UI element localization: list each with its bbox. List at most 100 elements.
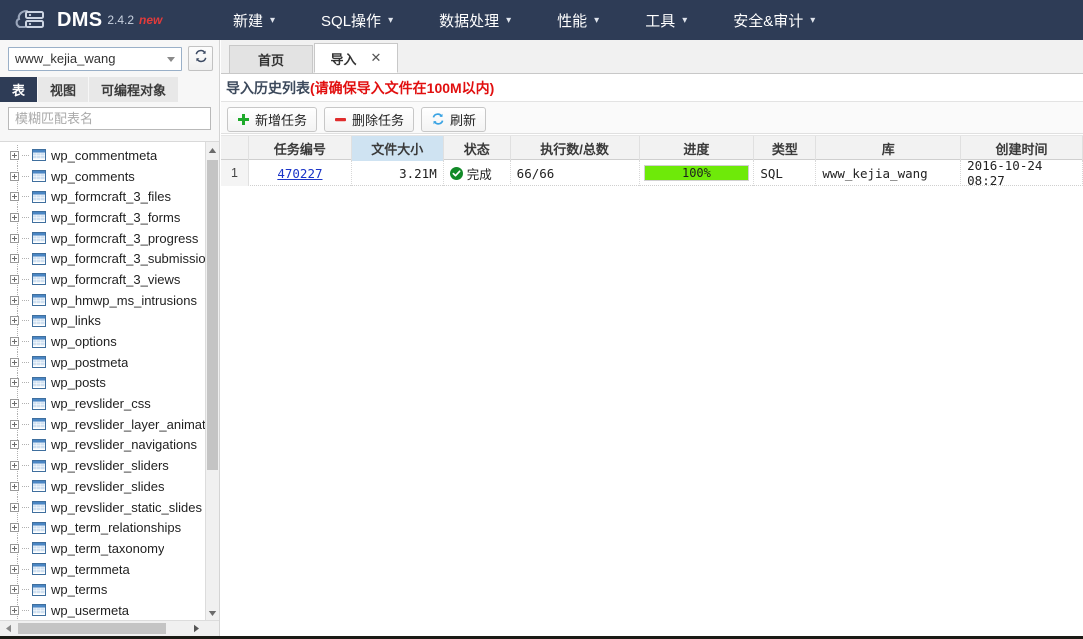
tree-item-table[interactable]: wp_revslider_sliders [0, 455, 205, 476]
brand-logo[interactable]: DMS 2.4.2 new [0, 7, 210, 33]
tree-vertical-scrollbar[interactable] [205, 142, 219, 620]
refresh-button[interactable]: 刷新 [421, 107, 486, 132]
expand-icon[interactable] [10, 565, 19, 574]
tree-item-table[interactable]: wp_revslider_static_slides [0, 497, 205, 518]
expand-icon[interactable] [10, 482, 19, 491]
expand-icon[interactable] [10, 606, 19, 615]
expand-icon[interactable] [10, 234, 19, 243]
expand-icon[interactable] [10, 254, 19, 263]
chevron-down-icon: ▾ [682, 15, 687, 26]
table-row[interactable]: 14702273.21M完成66/66100%SQLwww_kejia_wang… [221, 160, 1083, 186]
menu-item-tools[interactable]: 工具 ▾ [622, 0, 710, 40]
tree-item-table[interactable]: wp_termmeta [0, 559, 205, 580]
table-tree[interactable]: wp_commentmetawp_comments wp_formcraft_3_… [0, 142, 205, 620]
expand-icon[interactable] [10, 275, 19, 284]
expand-icon[interactable] [10, 544, 19, 553]
expand-icon[interactable] [10, 420, 19, 429]
tree-horizontal-scrollbar[interactable] [0, 620, 219, 636]
tree-guide-dots [22, 444, 29, 445]
triangle-down-icon [208, 604, 217, 621]
tree-guide-dots [22, 155, 29, 156]
tree-item-label: wp_formcraft_3_files [51, 189, 171, 204]
menu-item-data-processing[interactable]: 数据处理 ▾ [416, 0, 534, 40]
menu-item-performance[interactable]: 性能 ▾ [534, 0, 622, 40]
menu-item-security-audit[interactable]: 安全&审计 ▾ [710, 0, 838, 40]
menu-item-new[interactable]: 新建 ▾ [210, 0, 298, 40]
grid-header-cell-db[interactable]: 库 [816, 136, 961, 161]
task-id-link[interactable]: 470227 [277, 166, 322, 181]
scroll-up-button[interactable] [206, 142, 219, 157]
tree-item-table[interactable]: wp_posts [0, 373, 205, 394]
grid-header-cell-task_id[interactable]: 任务编号 [249, 136, 352, 161]
grid-header-cell-exec_total[interactable]: 执行数/总数 [511, 136, 640, 161]
tab-import[interactable]: 导入 ✕ [314, 43, 398, 73]
tree-item-table[interactable]: wp_terms [0, 579, 205, 600]
tree-item-label: wp_revslider_slides [51, 479, 164, 494]
expand-icon[interactable] [10, 503, 19, 512]
tab-tables[interactable]: 表 [0, 77, 38, 102]
tree-item-table[interactable]: wp_formcraft_3_forms [0, 207, 205, 228]
tree-guide-dots [22, 507, 29, 508]
expand-icon[interactable] [10, 399, 19, 408]
scroll-left-button[interactable] [0, 621, 16, 636]
tab-views[interactable]: 视图 [38, 77, 89, 102]
expand-icon[interactable] [10, 358, 19, 367]
scroll-right-button[interactable] [188, 621, 204, 636]
grid-header-cell-file_size[interactable]: 文件大小 [352, 136, 444, 161]
tab-home[interactable]: 首页 [229, 45, 313, 73]
expand-icon[interactable] [10, 151, 19, 160]
expand-icon[interactable] [10, 461, 19, 470]
dms-window: DMS 2.4.2 new 新建 ▾ SQL操作 ▾ 数据处理 ▾ 性能 ▾ 工… [0, 0, 1083, 639]
progress-cell: 100% [640, 160, 755, 186]
check-circle-icon [450, 167, 463, 180]
scrollbar-thumb[interactable] [207, 160, 218, 470]
tree-item-table[interactable]: wp_term_relationships [0, 517, 205, 538]
expand-icon[interactable] [10, 585, 19, 594]
grid-header-cell-progress[interactable]: 进度 [640, 136, 755, 161]
expand-icon[interactable] [10, 213, 19, 222]
tab-label: 导入 [331, 49, 357, 68]
tab-programmable-objects[interactable]: 可编程对象 [89, 77, 179, 102]
tree-item-table[interactable]: wp_formcraft_3_progress [0, 228, 205, 249]
brand-name: DMS [57, 9, 102, 32]
table-icon [32, 149, 46, 161]
add-task-button[interactable]: 新增任务 [227, 107, 317, 132]
tree-item-table[interactable]: wp_revslider_slides [0, 476, 205, 497]
expand-icon[interactable] [10, 296, 19, 305]
menu-item-sql[interactable]: SQL操作 ▾ [298, 0, 416, 40]
expand-icon[interactable] [10, 378, 19, 387]
refresh-database-button[interactable] [188, 46, 213, 71]
expand-icon[interactable] [10, 316, 19, 325]
scrollbar-thumb[interactable] [18, 623, 166, 634]
database-select[interactable]: www_kejia_wang [8, 47, 182, 71]
grid-header-cell-status[interactable]: 状态 [444, 136, 511, 161]
expand-icon[interactable] [10, 192, 19, 201]
tree-item-table[interactable]: wp_term_taxonomy [0, 538, 205, 559]
tree-item-table[interactable]: wp_formcraft_3_files [0, 186, 205, 207]
tree-item-table[interactable]: wp_usermeta [0, 600, 205, 620]
tree-item-table[interactable]: wp_comments [0, 166, 205, 187]
grid-header-cell-type[interactable]: 类型 [754, 136, 816, 161]
table-filter-input[interactable] [8, 107, 211, 130]
tree-item-table[interactable]: wp_revslider_css [0, 393, 205, 414]
tree-item-table[interactable]: wp_postmeta [0, 352, 205, 373]
delete-task-button[interactable]: 删除任务 [324, 107, 414, 132]
tree-item-table[interactable]: wp_hmwp_ms_intrusions [0, 290, 205, 311]
tree-item-table[interactable]: wp_options [0, 331, 205, 352]
scroll-down-button[interactable] [206, 605, 219, 620]
expand-icon[interactable] [10, 337, 19, 346]
tree-item-table[interactable]: wp_formcraft_3_submission [0, 248, 205, 269]
tree-item-table[interactable]: wp_revslider_navigations [0, 435, 205, 456]
tree-item-table[interactable]: wp_revslider_layer_animatio [0, 414, 205, 435]
expand-icon[interactable] [10, 172, 19, 181]
expand-icon[interactable] [10, 523, 19, 532]
table-icon [32, 542, 46, 554]
expand-icon[interactable] [10, 440, 19, 449]
tree-item-table[interactable]: wp_commentmeta [0, 145, 205, 166]
grid-header-cell-rownum[interactable] [221, 136, 249, 161]
chevron-down-icon: ▾ [594, 15, 599, 26]
close-icon[interactable]: ✕ [371, 50, 382, 66]
tree-item-table[interactable]: wp_formcraft_3_views [0, 269, 205, 290]
tree-item-table[interactable]: wp_links [0, 311, 205, 332]
tree-item-label: wp_options [51, 334, 117, 349]
